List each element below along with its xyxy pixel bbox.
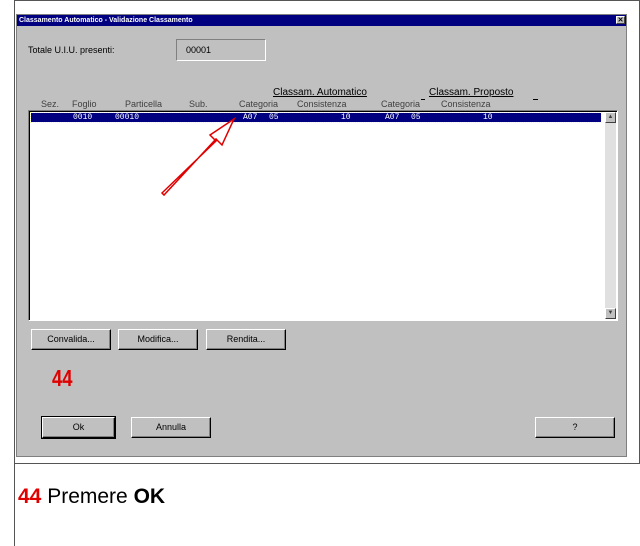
- caption-bold-text: OK: [133, 485, 166, 508]
- uiu-list[interactable]: 0010 00010 A07 05 10 A07 05 10 ▲ ▼: [28, 110, 618, 321]
- header-underline-mark: [533, 99, 538, 100]
- modifica-button[interactable]: Modifica...: [118, 329, 198, 350]
- ok-button[interactable]: Ok: [41, 416, 116, 439]
- column-header-foglio: Foglio: [72, 99, 97, 109]
- cell-consistenza-prop: 10: [483, 113, 493, 122]
- step-number-badge: 44: [52, 365, 73, 391]
- column-header-categoria-auto: Categoria: [239, 99, 279, 109]
- frame-border-top: [14, 0, 640, 1]
- convalida-button[interactable]: Convalida...: [31, 329, 111, 350]
- rendita-button-label: Rendita...: [226, 334, 266, 344]
- window-title: Classamento Automatico - Validazione Cla…: [19, 17, 193, 24]
- column-header-particella: Particella: [125, 99, 163, 109]
- help-button[interactable]: ?: [535, 417, 615, 438]
- column-header-consistenza-auto: Consistenza: [297, 99, 347, 109]
- cell-foglio: 0010: [73, 113, 93, 122]
- header-underline-mark: [421, 99, 425, 100]
- total-units-field: 00001: [176, 39, 266, 61]
- cell-particella: 00010: [115, 113, 140, 122]
- frame-border-left: [14, 0, 15, 546]
- header-classam-proposto: Classam. Proposto: [429, 87, 514, 98]
- frame-border-bottom: [14, 463, 640, 464]
- column-header-consistenza-prop: Consistenza: [441, 99, 491, 109]
- modifica-button-label: Modifica...: [137, 334, 179, 344]
- cell-classe-prop: 05: [411, 113, 421, 122]
- step-number: 44: [18, 485, 42, 508]
- column-header-categoria-prop: Categoria: [381, 99, 421, 109]
- dialog-window: Classamento Automatico - Validazione Cla…: [16, 14, 627, 457]
- total-units-label: Totale U.I.U. presenti:: [28, 45, 115, 55]
- column-header-sub: Sub.: [189, 99, 208, 109]
- convalida-button-label: Convalida...: [47, 334, 95, 344]
- title-bar: Classamento Automatico - Validazione Cla…: [17, 15, 626, 26]
- scroll-down-icon[interactable]: ▼: [605, 308, 616, 319]
- annulla-button-label: Annulla: [155, 422, 187, 432]
- vertical-scrollbar[interactable]: ▲ ▼: [605, 112, 616, 319]
- table-row[interactable]: 0010 00010 A07 05 10 A07 05 10: [30, 112, 602, 123]
- rendita-button[interactable]: Rendita...: [206, 329, 286, 350]
- cell-consistenza-auto: 10: [341, 113, 351, 122]
- pointer-arrow-icon: [160, 116, 236, 197]
- caption-text: Premere: [47, 485, 128, 508]
- cell-categoria-prop: A07: [385, 113, 400, 122]
- instruction-caption: 44 Premere OK: [18, 485, 165, 509]
- scroll-up-icon[interactable]: ▲: [605, 112, 616, 123]
- cell-classe-auto: 05: [269, 113, 279, 122]
- header-classam-automatico: Classam. Automatico: [273, 87, 367, 98]
- column-header-sez: Sez.: [41, 99, 60, 109]
- annulla-button[interactable]: Annulla: [131, 417, 211, 438]
- close-icon[interactable]: ✕: [616, 16, 625, 24]
- help-button-label: ?: [572, 422, 578, 432]
- ok-button-label: Ok: [72, 422, 85, 432]
